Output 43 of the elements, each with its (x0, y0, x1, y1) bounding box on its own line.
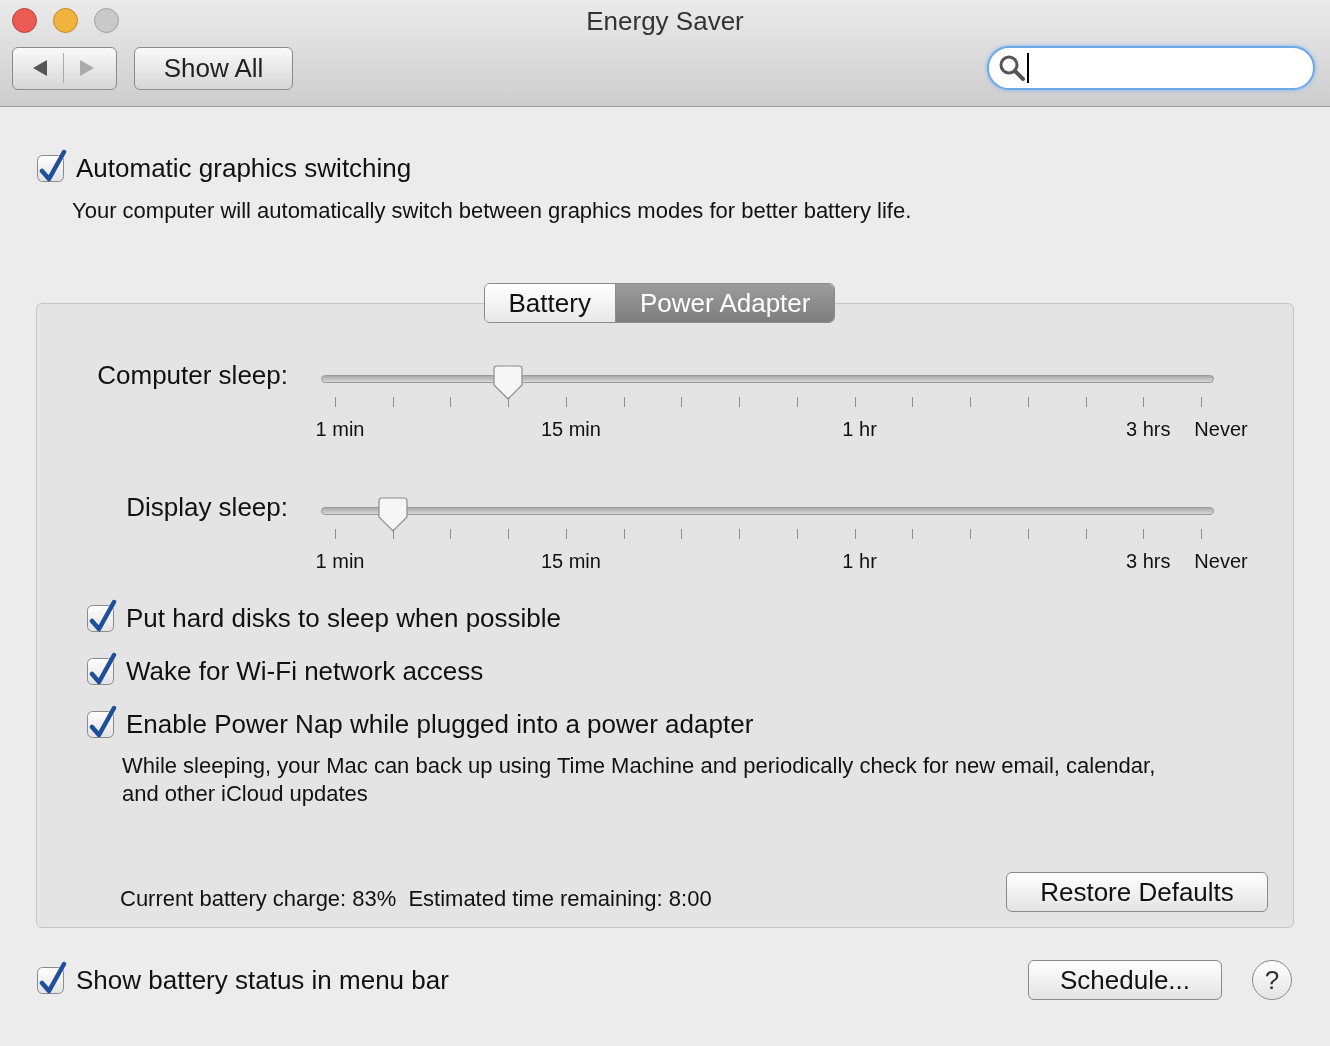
minimize-button[interactable] (53, 8, 78, 33)
schedule-button[interactable]: Schedule... (1028, 960, 1222, 1000)
slider[interactable] (321, 497, 1214, 533)
tick-label: 3 hrs (1126, 549, 1171, 573)
tick-label: 1 min (315, 417, 365, 441)
help-button[interactable]: ? (1252, 960, 1292, 1000)
checkbox-label: Put hard disks to sleep when possible (126, 602, 562, 635)
checkbox[interactable] (87, 652, 117, 685)
slider-label: Display sleep: (125, 492, 288, 522)
tick-label: 15 min (540, 549, 601, 573)
checkbox-label: Wake for Wi-Fi network access (126, 655, 484, 688)
search-icon (999, 55, 1025, 81)
tick-label: 1 min (315, 549, 365, 573)
tick-label: Never (1194, 549, 1248, 573)
back-icon[interactable] (31, 59, 49, 77)
checkbox[interactable] (87, 705, 117, 738)
restore-defaults-button[interactable]: Restore Defaults (1006, 871, 1268, 912)
tick-label: 1 hr (842, 417, 877, 441)
tick-label: Never (1194, 417, 1248, 441)
description-text: While sleeping, your Mac can back up using Time Machine and periodically check for new email, calendar, and other iCloud updates (122, 752, 1157, 808)
forward-icon[interactable] (78, 59, 96, 77)
checkbox[interactable] (87, 599, 117, 632)
checkbox[interactable] (37, 149, 67, 182)
show-all-button[interactable]: Show All (134, 46, 293, 90)
slider-label: Computer sleep: (96, 360, 288, 390)
tick-label: 15 min (540, 417, 601, 441)
tick-label: 1 hr (842, 549, 877, 573)
tick-label: 3 hrs (1126, 417, 1171, 441)
checkbox-label: Automatic graphics switching (76, 152, 412, 185)
slider[interactable] (321, 365, 1214, 401)
checkbox-label: Show battery status in menu bar (76, 963, 449, 997)
search-field[interactable] (987, 46, 1315, 90)
tab[interactable]: Battery (484, 284, 615, 322)
window-title: Energy Saver (586, 4, 744, 38)
time-remaining-text: Estimated time remaining: 8:00 (408, 885, 712, 913)
description-text: Your computer will automatically switch between graphics modes for better battery life. (72, 197, 913, 225)
battery-charge-text: Current battery charge: 83% (120, 885, 397, 913)
close-button[interactable] (12, 8, 37, 33)
slider-thumb[interactable] (376, 497, 409, 533)
checkbox-label: Enable Power Nap while plugged into a power adapter (126, 708, 754, 741)
slider-thumb[interactable] (492, 365, 525, 401)
back-forward-control[interactable] (12, 46, 117, 90)
checkbox[interactable] (37, 960, 67, 994)
